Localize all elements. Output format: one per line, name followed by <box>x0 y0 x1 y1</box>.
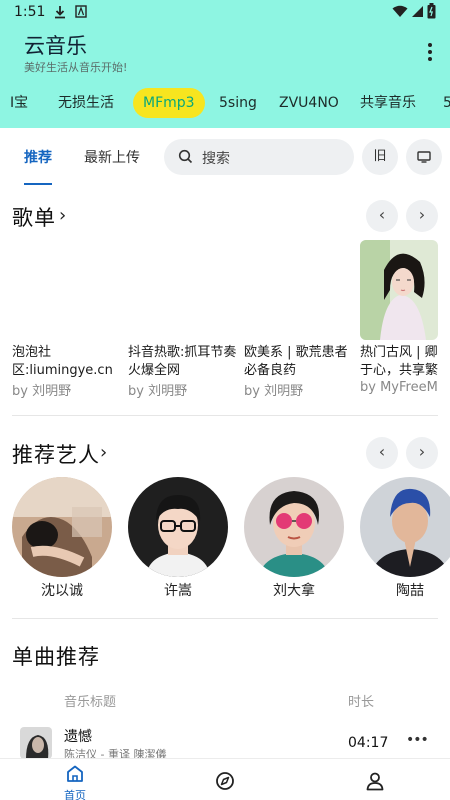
home-icon <box>66 765 84 786</box>
compass-icon <box>215 772 235 795</box>
playlist-card[interactable]: 抖音热歌:抓耳节奏火爆全网 by 刘明野 <box>128 240 238 399</box>
status-time: 1:51 <box>14 4 46 20</box>
bottom-nav: 首页 <box>0 758 450 800</box>
section-divider <box>12 415 438 416</box>
playlists-title[interactable]: 歌单 <box>12 202 56 232</box>
playlist-card[interactable]: 泡泡社区:liumingye.cn by 刘明野 <box>12 240 122 399</box>
artist-name: 刘大拿 <box>273 583 315 599</box>
old-version-button[interactable]: 旧 <box>362 139 398 175</box>
song-more-icon[interactable]: ••• <box>406 732 429 748</box>
artists-next-button[interactable]: › <box>406 437 438 469</box>
chevron-left-icon: ‹ <box>378 442 386 461</box>
playlist-author: by MyFreeM <box>360 380 438 395</box>
wifi-icon <box>392 5 408 22</box>
playlist-cover <box>360 240 438 340</box>
artists-prev-button[interactable]: ‹ <box>366 437 398 469</box>
user-icon <box>365 772 385 795</box>
playlists-prev-button[interactable]: ‹ <box>366 200 398 232</box>
playlist-card[interactable]: 欧美系 | 歌荒患者必备良药 by 刘明野 <box>244 240 354 399</box>
artist-name: 沈以诚 <box>41 583 83 599</box>
app-title: 云音乐 <box>24 34 87 58</box>
playlist-name: 热门古风 | 卿于心，共享繁 <box>360 345 439 378</box>
artist-name: 许嵩 <box>164 583 192 599</box>
chevron-right-icon[interactable]: › <box>59 205 66 226</box>
artist-card[interactable]: 陶喆 <box>360 477 450 599</box>
song-cover <box>20 727 52 759</box>
source-tabs: I宝 无损生活 MFmp3 5sing ZVU4NO 共享音乐 5 <box>0 86 450 122</box>
tab-indicator <box>24 183 52 185</box>
search-bar[interactable]: 搜索 <box>164 139 354 175</box>
more-options-icon[interactable] <box>420 40 440 64</box>
playlists-next-button[interactable]: › <box>406 200 438 232</box>
playlist-author: by 刘明野 <box>244 384 304 399</box>
chevron-right-icon: › <box>418 205 426 224</box>
chevron-right-icon: › <box>418 442 426 461</box>
nav-profile[interactable] <box>365 771 385 795</box>
playlist-card[interactable]: 热门古风 | 卿于心，共享繁 by MyFreeM <box>360 240 450 395</box>
app-header: 1:51 云音乐 美好生活从音乐开始! I宝 无损生活 MFmp3 5sing … <box>0 0 450 128</box>
app-subtitle: 美好生活从音乐开始! <box>24 61 128 74</box>
artist-avatar <box>360 477 450 577</box>
artist-card[interactable]: 许嵩 <box>128 477 228 599</box>
tab-recommend[interactable]: 推荐 <box>24 147 52 167</box>
screen-button[interactable] <box>406 139 442 175</box>
song-duration: 04:17 <box>348 735 389 751</box>
artist-card[interactable]: 沈以诚 <box>12 477 112 599</box>
source-tab-active[interactable]: MFmp3 <box>133 88 205 118</box>
tab-latest-upload[interactable]: 最新上传 <box>84 147 140 167</box>
chevron-right-icon[interactable]: › <box>100 442 107 463</box>
songs-title: 单曲推荐 <box>12 645 100 669</box>
playlist-cover <box>128 240 206 340</box>
section-divider <box>12 618 438 619</box>
source-tab[interactable]: 共享音乐 <box>360 88 416 118</box>
source-tab[interactable]: I宝 <box>10 88 28 118</box>
artist-avatar <box>244 477 344 577</box>
artist-avatar <box>12 477 112 577</box>
artist-card[interactable]: 刘大拿 <box>244 477 344 599</box>
artists-title[interactable]: 推荐艺人 <box>12 439 100 469</box>
playlist-cover <box>12 240 90 340</box>
signal-icon <box>412 5 424 22</box>
playlist-cover <box>244 240 322 340</box>
monitor-icon <box>417 151 431 167</box>
artist-name: 陶喆 <box>396 583 424 599</box>
column-header-title: 音乐标题 <box>64 695 117 710</box>
playlist-name: 欧美系 | 歌荒患者必备良药 <box>244 345 348 378</box>
nav-home-label: 首页 <box>64 789 86 800</box>
playlist-name: 抖音热歌:抓耳节奏火爆全网 <box>128 345 237 378</box>
nav-discover[interactable] <box>215 771 235 795</box>
app-notification-icon <box>75 5 87 22</box>
source-tab[interactable]: 5sing <box>219 88 257 118</box>
source-tab[interactable]: 无损生活 <box>58 88 114 118</box>
status-bar: 1:51 <box>0 0 450 24</box>
source-tab[interactable]: ZVU4NO <box>279 88 339 118</box>
playlist-name: 泡泡社区:liumingye.cn <box>12 345 113 378</box>
playlist-author: by 刘明野 <box>128 384 188 399</box>
download-icon <box>54 5 66 23</box>
artist-avatar <box>128 477 228 577</box>
nav-home[interactable]: 首页 <box>62 765 88 800</box>
playlist-author: by 刘明野 <box>12 384 72 399</box>
column-header-duration: 时长 <box>348 695 375 710</box>
song-title[interactable]: 遗憾 <box>64 726 92 746</box>
search-icon <box>178 149 193 168</box>
app-root: 1:51 云音乐 美好生活从音乐开始! I宝 无损生活 MFmp3 5sing … <box>0 0 450 800</box>
search-placeholder: 搜索 <box>202 151 230 167</box>
source-tab[interactable]: 5 <box>443 88 450 118</box>
chevron-left-icon: ‹ <box>378 205 386 224</box>
battery-icon <box>427 3 436 23</box>
